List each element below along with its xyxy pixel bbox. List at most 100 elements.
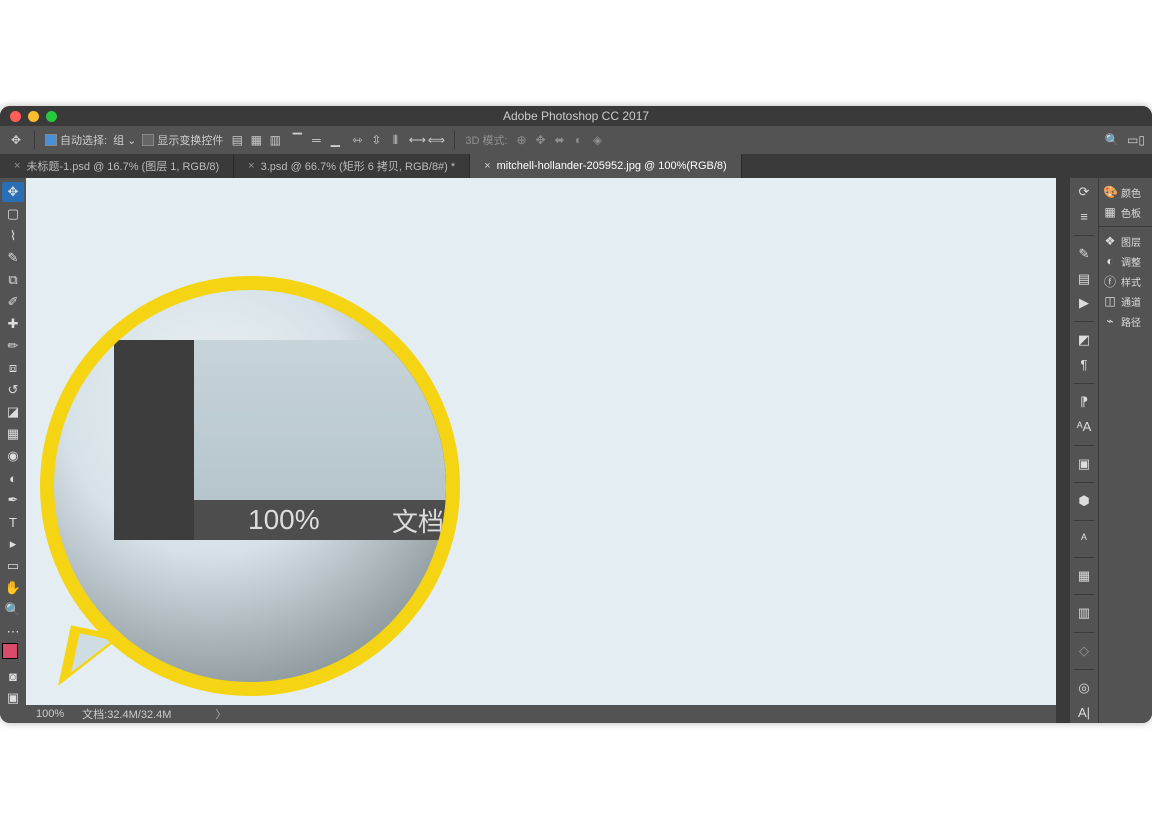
color-icon: 🎨 [1103,185,1117,199]
gradient-tool[interactable]: ▦ [2,424,24,444]
history-brush-tool[interactable]: ↺ [2,380,24,400]
move-tool[interactable]: ✥ [2,182,24,202]
document-tab[interactable]: ×未标题-1.psd @ 16.7% (图层 1, RGB/8) [0,154,234,178]
path-select-tool[interactable]: ▸ [2,534,24,554]
titlebar[interactable]: Adobe Photoshop CC 2017 [0,106,1152,126]
auto-select-dropdown[interactable]: 组 ⌄ [113,132,136,148]
auto-select-label: 自动选择: [60,132,107,148]
status-bar: 100% 文档:32.4M/32.4M 〉 [26,705,1056,723]
magnified-status-bar: 100% 文档 [194,500,454,540]
magnifier-callout: 100% 文档 [40,276,460,696]
channels-icon: ◫ [1103,294,1117,308]
play-icon[interactable]: ▶ [1073,293,1095,313]
learn-panel-icon[interactable]: ◇ [1073,641,1095,661]
panel-dock: 🎨颜色 ▦色板 ❖图层 ◐调整 ⓕ样式 ◫通道 ⌁路径 [1098,178,1152,723]
doc-size[interactable]: 文档:32.4M/32.4M [82,706,171,722]
magnified-canvas-corner [194,340,454,500]
type-panel-icon[interactable]: A| [1073,702,1095,722]
toolbox: ✥ ▢ ⌇ ✎ ⧉ ✐ ✚ ✏ ⧈ ↺ ◪ ▦ ◉ ◐ ✒ T ▸ ▭ ✋ 🔍 … [0,178,26,723]
3d-scale-icon: ◈ [590,132,606,148]
close-tab-icon[interactable]: × [248,160,254,172]
healing-tool[interactable]: ✚ [2,314,24,334]
magnified-zoom-value: 100% [248,504,320,536]
properties-panel-icon[interactable]: ≡ [1073,206,1095,226]
channels-panel-tab[interactable]: ◫通道 [1099,291,1152,311]
paragraph-panel-icon[interactable]: ¶ [1073,355,1095,375]
distribute-width-icon[interactable]: ⟷ [409,132,425,148]
distribute-space-icon[interactable]: ⫴ [387,132,403,148]
crop-tool[interactable]: ⧉ [2,270,24,290]
options-bar: ✥ 自动选择: 组 ⌄ 显示变换控件 ▤ ▦ ▥ ▔ ═ ▁ ⇿ ⇳ ⫴ ⟷ ⟺… [0,126,1152,154]
clone-tool[interactable]: ⧈ [2,358,24,378]
layers-panel-tab[interactable]: ❖图层 [1099,231,1152,251]
right-panels: ⟳ ≡ ✎ ▤ ▶ ◩ ¶ ⁋ ᴬA ▣ ⬢ ᴬ ▦ [1070,178,1152,723]
distribute-height-icon[interactable]: ⟺ [428,132,444,148]
app-title: Adobe Photoshop CC 2017 [0,109,1152,123]
cc-panel-icon[interactable]: ◎ [1073,678,1095,698]
type-tool[interactable]: T [2,512,24,532]
adjustments-panel-tab[interactable]: ◐调整 [1099,251,1152,271]
align-center-v-icon[interactable]: ═ [308,132,324,148]
align-bottom-icon[interactable]: ▁ [327,132,343,148]
paths-panel-tab[interactable]: ⌁路径 [1099,311,1152,331]
workspace-switcher-icon[interactable]: ▭▯ [1128,132,1144,148]
document-tab-active[interactable]: × mitchell-hollander-205952.jpg @ 100%(RG… [470,154,742,178]
screen-mode-toggle[interactable]: ▣ [2,688,24,708]
marquee-tool[interactable]: ▢ [2,204,24,224]
magnified-doc-label: 文档 [392,502,444,539]
character-styles-panel-icon[interactable]: ᴬ [1073,529,1095,549]
dodge-tool[interactable]: ◐ [2,468,24,488]
layers-icon: ❖ [1103,234,1117,248]
show-transform-checkbox[interactable]: 显示变换控件 [142,132,223,148]
status-menu-chevron[interactable]: 〉 [215,706,226,722]
color-panel-tab[interactable]: 🎨颜色 [1099,182,1152,202]
vertical-scrollbar[interactable] [1056,178,1070,723]
history-panel-icon[interactable]: ⟳ [1073,182,1095,202]
3d-orbit-icon: ⊕ [514,132,530,148]
styles-icon: ⓕ [1103,273,1117,290]
distribute-h-icon[interactable]: ⇿ [349,132,365,148]
3d-pan-icon: ✥ [533,132,549,148]
mode-3d-label: 3D 模式: [465,132,507,148]
align-right-icon[interactable]: ▥ [267,132,283,148]
move-tool-icon: ✥ [8,132,24,148]
paths-icon: ⌁ [1103,314,1117,328]
close-tab-icon[interactable]: × [484,160,490,172]
search-icon[interactable]: 🔍 [1104,132,1120,148]
info-panel-icon[interactable]: ◩ [1073,330,1095,350]
libraries-panel-icon[interactable]: ▦ [1073,566,1095,586]
navigator-panel-icon[interactable]: ▣ [1073,454,1095,474]
close-tab-icon[interactable]: × [14,160,20,172]
eraser-tool[interactable]: ◪ [2,402,24,422]
styles-panel-tab[interactable]: ⓕ样式 [1099,271,1152,291]
quick-mask-toggle[interactable]: ◙ [2,666,24,686]
zoom-tool[interactable]: 🔍 [2,600,24,620]
glyphs-panel-icon[interactable]: ⁋ [1073,392,1095,412]
eyedropper-tool[interactable]: ✐ [2,292,24,312]
blur-tool[interactable]: ◉ [2,446,24,466]
3d-panel-icon[interactable]: ⬢ [1073,491,1095,511]
swatches-panel-tab[interactable]: ▦色板 [1099,202,1152,222]
edit-toolbar[interactable]: ⋯ [2,622,24,642]
brush-presets-panel-icon[interactable]: ▤ [1073,268,1095,288]
brush-panel-icon[interactable]: ✎ [1073,244,1095,264]
pen-tool[interactable]: ✒ [2,490,24,510]
align-top-icon[interactable]: ▔ [289,132,305,148]
align-center-h-icon[interactable]: ▦ [248,132,264,148]
brush-tool[interactable]: ✏ [2,336,24,356]
zoom-level[interactable]: 100% [36,708,64,720]
shape-tool[interactable]: ▭ [2,556,24,576]
quick-select-tool[interactable]: ✎ [2,248,24,268]
auto-select-checkbox[interactable]: 自动选择: [45,132,107,148]
lasso-tool[interactable]: ⌇ [2,226,24,246]
align-left-icon[interactable]: ▤ [229,132,245,148]
document-tab[interactable]: ×3.psd @ 66.7% (矩形 6 拷贝, RGB/8#) * [234,154,470,178]
collapsed-panel-ribbon: ⟳ ≡ ✎ ▤ ▶ ◩ ¶ ⁋ ᴬA ▣ ⬢ ᴬ ▦ [1070,178,1098,723]
color-swatches[interactable] [2,644,24,664]
document-tabs: ×未标题-1.psd @ 16.7% (图层 1, RGB/8) ×3.psd … [0,154,1152,178]
character-panel-icon[interactable]: ᴬA [1073,416,1095,436]
layer-comps-panel-icon[interactable]: ▥ [1073,603,1095,623]
distribute-v-icon[interactable]: ⇳ [368,132,384,148]
tab-label: mitchell-hollander-205952.jpg @ 100%(RGB… [497,160,727,172]
hand-tool[interactable]: ✋ [2,578,24,598]
